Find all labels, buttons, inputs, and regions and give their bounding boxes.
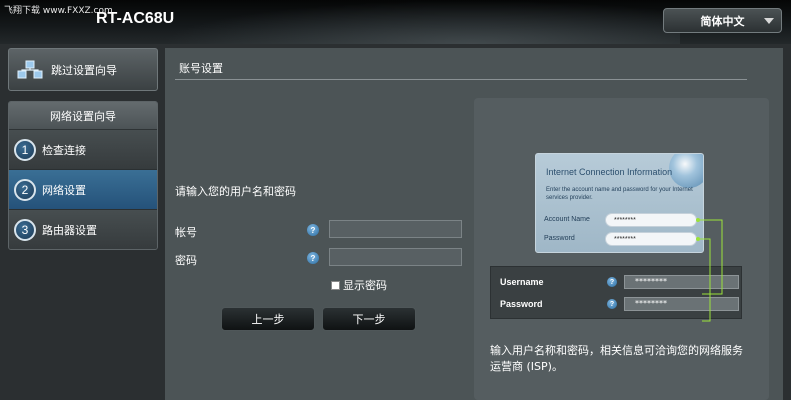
help-icon: ? — [607, 277, 617, 287]
show-password-toggle[interactable]: 显示密码 — [331, 277, 387, 293]
credentials-prompt: 请输入您的用户名和密码 — [175, 185, 296, 198]
step-number-badge: 3 — [14, 218, 36, 241]
isp-account-label: Account Name — [544, 216, 590, 223]
skip-wizard-label: 跳过设置向导 — [51, 63, 117, 77]
main-panel: 账号设置 请输入您的用户名和密码 帐号 ? 密码 ? 显示密码 上一步 下一步 … — [165, 48, 783, 400]
step-label: 检查连接 — [42, 143, 86, 157]
top-header: 飞翔下载 www.FXXZ.com RT-AC68U 简体中文 — [0, 0, 791, 44]
password-input[interactable] — [329, 248, 462, 266]
isp-info-card: Internet Connection Information Enter th… — [535, 153, 704, 253]
header-decoration — [160, 0, 680, 44]
title-divider — [175, 79, 747, 80]
step-number-badge: 2 — [14, 178, 36, 201]
step-label: 路由器设置 — [42, 223, 97, 237]
show-password-checkbox[interactable] — [331, 280, 340, 290]
chevron-down-icon — [764, 18, 774, 24]
isp-account-value: ******** — [605, 213, 697, 227]
next-button[interactable]: 下一步 — [322, 307, 416, 331]
router-form-example: Username ? ******** Password ? ******** — [490, 266, 742, 319]
router-password-value: ******** — [624, 297, 739, 311]
page-title: 账号设置 — [179, 62, 223, 75]
isp-help-note: 输入用户名称和密码，相关信息可洽询您的网络服务运营商 (ISP)。 — [490, 344, 743, 373]
globe-icon — [669, 154, 703, 188]
network-icon — [17, 60, 43, 78]
step-label: 网络设置 — [42, 183, 86, 197]
isp-illustration-panel: Internet Connection Information Enter th… — [474, 98, 769, 400]
account-help-icon[interactable]: ? — [307, 224, 319, 236]
isp-card-description: Enter the account name and password for … — [546, 187, 693, 201]
router-username-value: ******** — [624, 275, 739, 289]
skip-wizard-button[interactable]: 跳过设置向导 — [8, 48, 158, 91]
step-number-badge: 1 — [14, 138, 36, 161]
language-select-value: 简体中文 — [700, 14, 745, 28]
wizard-steps-panel: 网络设置向导 1 检查连接 2 网络设置 3 路由器设置 — [8, 101, 158, 250]
language-select[interactable]: 简体中文 — [663, 8, 782, 33]
router-username-label: Username — [500, 277, 544, 287]
wizard-title: 网络设置向导 — [9, 102, 157, 130]
router-model-title: RT-AC68U — [96, 10, 175, 27]
step-check-connection[interactable]: 1 检查连接 — [9, 130, 157, 170]
step-router-settings[interactable]: 3 路由器设置 — [9, 210, 157, 249]
password-label: 密码 — [175, 254, 197, 267]
isp-password-value: ******** — [605, 232, 697, 246]
help-icon: ? — [607, 299, 617, 309]
account-label: 帐号 — [175, 226, 197, 239]
step-network-settings[interactable]: 2 网络设置 — [9, 170, 157, 210]
password-help-icon[interactable]: ? — [307, 252, 319, 264]
account-input[interactable] — [329, 220, 462, 238]
isp-password-label: Password — [544, 235, 575, 242]
previous-button[interactable]: 上一步 — [221, 307, 315, 331]
isp-card-title: Internet Connection Information — [546, 167, 673, 177]
router-password-label: Password — [500, 299, 543, 309]
show-password-label: 显示密码 — [343, 279, 387, 292]
